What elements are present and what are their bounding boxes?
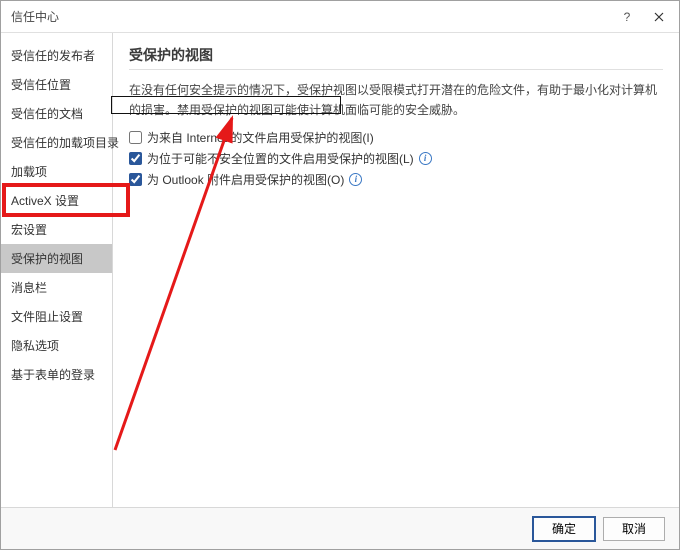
sidebar-item-trusted-locations[interactable]: 受信任位置 <box>1 70 112 99</box>
sidebar-item-form-login[interactable]: 基于表单的登录 <box>1 360 112 389</box>
section-description: 在没有任何安全提示的情况下，受保护视图以受限模式打开潜在的危险文件，有助于最小化… <box>129 80 663 121</box>
help-button[interactable]: ? <box>611 3 643 31</box>
content-panel: 受保护的视图 在没有任何安全提示的情况下，受保护视图以受限模式打开潜在的危险文件… <box>113 33 679 507</box>
sidebar-item-privacy[interactable]: 隐私选项 <box>1 331 112 360</box>
checkbox-unsafe-locations[interactable] <box>129 152 142 165</box>
close-icon <box>654 12 664 22</box>
ok-button[interactable]: 确定 <box>533 517 595 541</box>
option-label: 为来自 Internet 的文件启用受保护的视图(I) <box>147 129 374 146</box>
checkbox-outlook-attachments[interactable] <box>129 173 142 186</box>
option-unsafe-locations[interactable]: 为位于可能不安全位置的文件启用受保护的视图(L) i <box>129 148 663 169</box>
close-button[interactable] <box>643 3 675 31</box>
sidebar-item-macros[interactable]: 宏设置 <box>1 215 112 244</box>
sidebar-item-file-block[interactable]: 文件阻止设置 <box>1 302 112 331</box>
option-internet-files[interactable]: 为来自 Internet 的文件启用受保护的视图(I) <box>129 127 663 148</box>
sidebar: 受信任的发布者 受信任位置 受信任的文档 受信任的加载项目录 加载项 Activ… <box>1 33 113 507</box>
sidebar-item-trusted-addin-catalogs[interactable]: 受信任的加载项目录 <box>1 128 112 157</box>
sidebar-item-addins[interactable]: 加载项 <box>1 157 112 186</box>
dialog-body: 受信任的发布者 受信任位置 受信任的文档 受信任的加载项目录 加载项 Activ… <box>1 33 679 507</box>
window-controls: ? <box>611 3 675 31</box>
option-label: 为位于可能不安全位置的文件启用受保护的视图(L) <box>147 150 414 167</box>
options-group: 为来自 Internet 的文件启用受保护的视图(I) 为位于可能不安全位置的文… <box>129 127 663 190</box>
sidebar-item-trusted-documents[interactable]: 受信任的文档 <box>1 99 112 128</box>
trust-center-dialog: 信任中心 ? 受信任的发布者 受信任位置 受信任的文档 受信任的加载项目录 加载… <box>0 0 680 550</box>
section-title: 受保护的视图 <box>129 45 663 70</box>
option-outlook-attachments[interactable]: 为 Outlook 附件启用受保护的视图(O) i <box>129 169 663 190</box>
info-icon[interactable]: i <box>419 152 432 165</box>
cancel-button[interactable]: 取消 <box>603 517 665 541</box>
info-icon[interactable]: i <box>349 173 362 186</box>
sidebar-item-message-bar[interactable]: 消息栏 <box>1 273 112 302</box>
sidebar-item-protected-view[interactable]: 受保护的视图 <box>1 244 112 273</box>
sidebar-item-activex[interactable]: ActiveX 设置 <box>1 186 112 215</box>
dialog-footer: 确定 取消 <box>1 507 679 549</box>
titlebar: 信任中心 ? <box>1 1 679 33</box>
dialog-title: 信任中心 <box>11 8 59 25</box>
option-label: 为 Outlook 附件启用受保护的视图(O) <box>147 171 344 188</box>
sidebar-item-trusted-publishers[interactable]: 受信任的发布者 <box>1 41 112 70</box>
checkbox-internet-files[interactable] <box>129 131 142 144</box>
